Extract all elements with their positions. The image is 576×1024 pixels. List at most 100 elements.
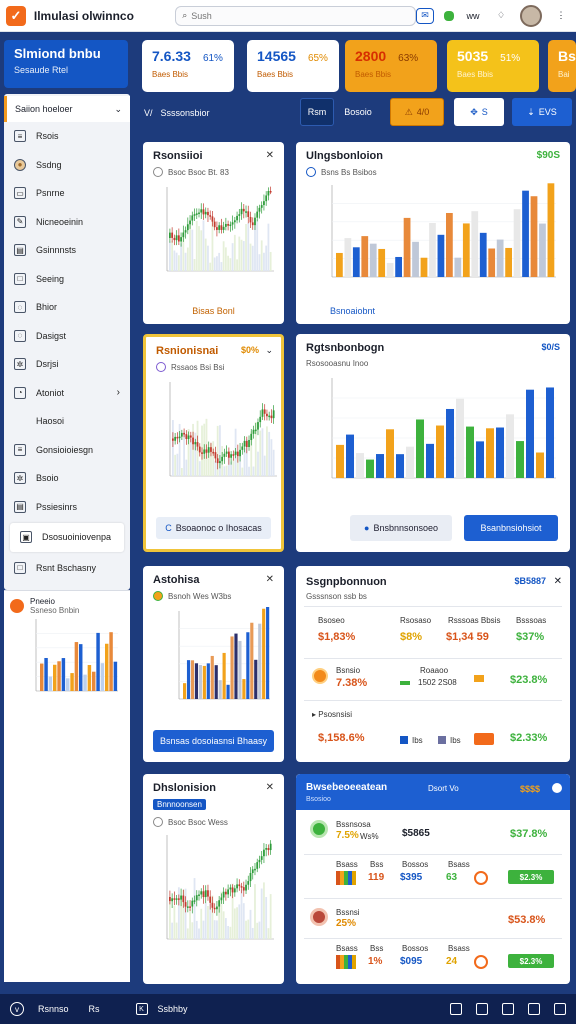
candle-body (248, 440, 250, 448)
sidebar-item[interactable]: □ Rsnt Bschasny (4, 554, 130, 583)
bar (109, 632, 113, 691)
table-header: Bsssoas (516, 616, 547, 625)
bell-icon[interactable]: ♢ (492, 8, 510, 24)
chevron-down-icon[interactable]: ⌄ (265, 345, 273, 356)
card-title: Bwsebeoeeatean (306, 782, 388, 793)
card-title: Rsonsiioi (153, 150, 203, 162)
sidebar-item[interactable]: ≡ Rsois (4, 122, 130, 151)
warning-button[interactable]: ⚠ 4/0 (390, 98, 444, 126)
chevron-down-icon[interactable]: v (10, 1002, 24, 1016)
bar (366, 459, 374, 478)
primary-button[interactable]: Bsanbnsiohsiot (464, 515, 558, 541)
description-button[interactable]: Bosoio (338, 98, 378, 126)
candle-body (178, 436, 181, 439)
avatar[interactable] (520, 4, 542, 27)
card-link[interactable]: Bsnoaiobnt (330, 306, 375, 316)
sidebar-item[interactable]: ▤ Pssiesinrs (4, 493, 130, 522)
sidebar-item[interactable]: ≡ Gonsioioiesgn (4, 436, 130, 465)
edit-icon[interactable] (554, 1003, 566, 1015)
close-icon[interactable]: ✕ (266, 574, 274, 585)
item-button[interactable]: Rsm (300, 98, 334, 126)
toolbar-label: Ssssonsbior (160, 108, 210, 118)
kpi-card[interactable]: 7.6.33 61% Baes Bbis (142, 40, 234, 92)
divider (304, 606, 562, 607)
share-button[interactable]: ✥ S (454, 98, 504, 126)
card-action-button[interactable]: Bsnsas dosoiasnsi Bhaasy (153, 730, 274, 752)
bar (539, 223, 546, 277)
sidebar-item[interactable]: ✎ Nicneoeinin (4, 208, 130, 237)
volume-bar (261, 428, 264, 476)
bottom-label-2[interactable]: Rs (89, 1004, 100, 1014)
candle-body (227, 223, 230, 226)
sidebar-item[interactable]: ✲ Dsrjsi (4, 350, 130, 379)
close-icon[interactable]: ✕ (554, 576, 562, 587)
settings-icon[interactable] (528, 1003, 540, 1015)
volume-bar (227, 925, 230, 939)
candle-body (216, 458, 219, 464)
sidebar-item[interactable]: □ Seeing (4, 265, 130, 294)
candle-body (236, 884, 238, 889)
menu-icon[interactable] (552, 783, 562, 793)
bar (506, 414, 514, 478)
candle-body (222, 226, 225, 230)
card-action-button[interactable]: C Bsoaonoc o Ihosacas (156, 517, 271, 539)
user-menu-icon[interactable]: ww (464, 8, 482, 24)
sidebar-section-header[interactable]: Saiion hoeloer ⌄ (4, 96, 130, 122)
chat-icon[interactable] (502, 1003, 514, 1015)
more-icon[interactable]: ⋮ (552, 8, 570, 24)
bar (352, 247, 360, 277)
volume-bar (224, 247, 227, 271)
card-link[interactable]: Bisas Bonl (143, 306, 284, 316)
bar (70, 673, 74, 691)
kpi-card[interactable]: Bs Bai (548, 40, 576, 92)
primary-action-button[interactable]: ⇣ EVS (512, 98, 572, 126)
candle-body (193, 214, 196, 216)
status-icon (153, 591, 163, 601)
trend-bar (474, 675, 484, 682)
bar (361, 236, 369, 277)
app-switch-icon[interactable]: K (135, 1003, 148, 1015)
sidebar-item[interactable]: ◌ Bhior (4, 293, 130, 322)
secondary-button[interactable]: ● Bnsbnnsonsoeo (350, 515, 452, 541)
volume-bar (177, 255, 180, 271)
bottom-label[interactable]: Rsnnso (38, 1004, 69, 1014)
status-icon[interactable] (444, 10, 454, 21)
gear-icon: ✲ (14, 472, 26, 485)
sidebar-item[interactable]: ● Ssdng (4, 151, 130, 180)
brand-card[interactable]: Slmiond bnbu Sesaude Rtel (4, 40, 128, 88)
grid-icon[interactable] (450, 1003, 462, 1015)
bar (222, 652, 226, 699)
table-header: Rsosaso (400, 616, 432, 625)
card-candles-3: Dhslonision ✕ Bnnnoonsen Bsoc Bsoc Wess (143, 774, 284, 984)
search-box[interactable]: ⌕ (175, 5, 416, 26)
bar (420, 257, 428, 277)
close-icon[interactable]: ✕ (266, 782, 274, 793)
sidebar-item[interactable]: Haosoi (4, 407, 130, 436)
share-icon[interactable] (476, 1003, 488, 1015)
close-icon[interactable]: ✕ (266, 150, 274, 161)
kpi-card[interactable]: 14565 65% Baes Bbis (247, 40, 339, 92)
candle-body (189, 435, 192, 438)
mail-icon[interactable]: ✉ (416, 7, 434, 24)
sidebar-item[interactable]: ✲ Bsoio (4, 464, 130, 493)
search-input[interactable] (191, 10, 392, 21)
volume-bar (191, 229, 194, 271)
volume-bar (218, 252, 221, 271)
kpi-card[interactable]: 2800 63% Baes Bbis (345, 40, 437, 92)
bar (429, 223, 436, 277)
sidebar-item[interactable]: ◔ Atoniot › (4, 379, 130, 408)
sidebar-item[interactable]: ▤ Gsinnnsts (4, 236, 130, 265)
kpi-card[interactable]: 5035 51% Baes Bbis (447, 40, 539, 92)
sidebar-item[interactable]: ◌ Dasigst (4, 322, 130, 351)
candle-body (214, 452, 217, 459)
card-header-right[interactable]: Dsort Vo (428, 784, 459, 793)
bar (376, 454, 384, 478)
candle-body (227, 889, 230, 895)
bar (486, 428, 494, 478)
bar (206, 663, 210, 699)
search-icon: ⌕ (182, 10, 188, 20)
sidebar-item[interactable]: ▣ Dsosuoiniovenpa (10, 523, 124, 552)
sidebar-item[interactable]: ▭ Psnrne (4, 179, 130, 208)
table-header: Bsass (336, 944, 358, 953)
app-logo-icon[interactable]: ✓ (6, 5, 26, 26)
